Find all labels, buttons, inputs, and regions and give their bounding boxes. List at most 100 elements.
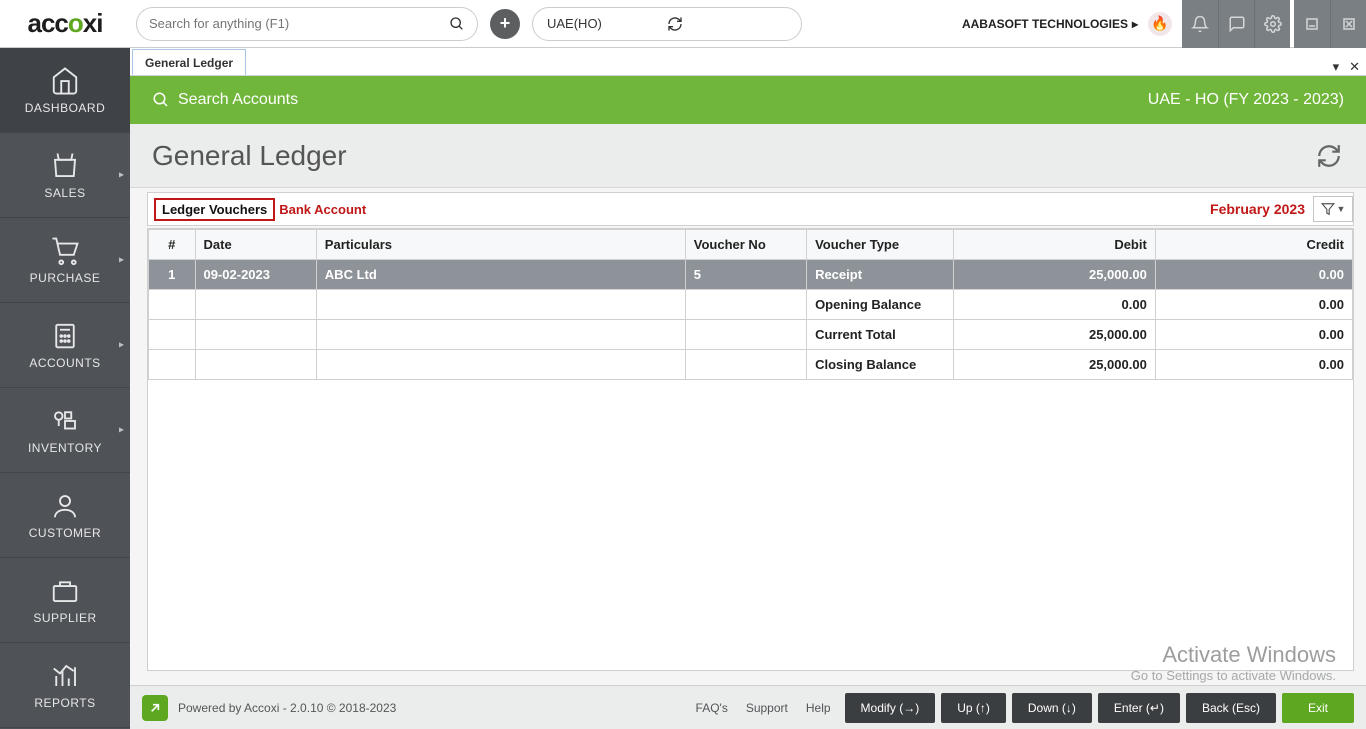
chart-icon [49, 660, 81, 692]
chevron-down-icon: ▼ [1337, 204, 1346, 214]
back-button[interactable]: Back (Esc) [1186, 693, 1276, 723]
nav-accounts[interactable]: ACCOUNTS ▸ [0, 303, 130, 388]
summary-debit: 25,000.00 [953, 350, 1155, 380]
col-particulars[interactable]: Particulars [316, 230, 685, 260]
refresh-icon [1316, 143, 1342, 169]
nav-label: INVENTORY [28, 441, 102, 455]
tab-general-ledger[interactable]: General Ledger [132, 49, 246, 75]
green-bar: Search Accounts UAE - HO (FY 2023 - 2023… [130, 76, 1366, 124]
nav-customer[interactable]: CUSTOMER [0, 473, 130, 558]
col-date[interactable]: Date [195, 230, 316, 260]
fire-icon: 🔥 [1151, 15, 1168, 32]
nav-supplier[interactable]: SUPPLIER [0, 558, 130, 643]
search-input[interactable] [149, 16, 449, 31]
chevron-right-icon: ▸ [119, 170, 124, 181]
nav-label: PURCHASE [30, 271, 101, 285]
gear-icon[interactable] [1254, 0, 1290, 48]
summary-row: Closing Balance 25,000.00 0.00 [149, 350, 1353, 380]
enter-button[interactable]: Enter (↵) [1098, 693, 1180, 723]
summary-row: Current Total 25,000.00 0.00 [149, 320, 1353, 350]
nav-purchase[interactable]: PURCHASE ▸ [0, 218, 130, 303]
inventory-icon [49, 405, 81, 437]
modify-button[interactable]: Modify (→) [845, 693, 936, 723]
nav-reports[interactable]: REPORTS [0, 643, 130, 728]
company-name: AABASOFT TECHNOLOGIES [962, 17, 1128, 31]
topbar: accoxi + UAE(HO) AABASOFT TECHNOLOGIES ▸… [0, 0, 1366, 48]
notification-badge[interactable]: 🔥 [1148, 12, 1172, 36]
col-voucher-type[interactable]: Voucher Type [807, 230, 954, 260]
tab-label: General Ledger [145, 56, 233, 70]
down-button[interactable]: Down (↓) [1012, 693, 1092, 723]
summary-credit: 0.00 [1155, 320, 1352, 350]
summary-credit: 0.00 [1155, 350, 1352, 380]
briefcase-icon [49, 575, 81, 607]
branch-selector[interactable]: UAE(HO) [532, 7, 802, 41]
user-icon [49, 490, 81, 522]
month-label: February 2023 [1210, 201, 1305, 217]
fy-label: UAE - HO (FY 2023 - 2023) [1148, 91, 1344, 109]
nav-dashboard[interactable]: DASHBOARD [0, 48, 130, 133]
cell-particulars: ABC Ltd [316, 260, 685, 290]
nav-sales[interactable]: SALES ▸ [0, 133, 130, 218]
nav-inventory[interactable]: INVENTORY ▸ [0, 388, 130, 473]
sync-icon [667, 16, 787, 32]
bell-icon[interactable] [1182, 0, 1218, 48]
link-faq[interactable]: FAQ's [696, 701, 728, 715]
logo-post: xi [83, 8, 103, 39]
chat-icon[interactable] [1218, 0, 1254, 48]
col-index[interactable]: # [149, 230, 196, 260]
tab-close-icon[interactable]: ✕ [1349, 59, 1360, 75]
system-icons [1182, 0, 1290, 47]
company-menu[interactable]: AABASOFT TECHNOLOGIES ▸ [962, 17, 1138, 31]
grid: # Date Particulars Voucher No Voucher Ty… [148, 229, 1353, 380]
bag-icon [49, 150, 81, 182]
topbar-right: AABASOFT TECHNOLOGIES ▸ 🔥 [962, 0, 1366, 47]
search-accounts-label: Search Accounts [178, 91, 298, 109]
link-help[interactable]: Help [806, 701, 831, 715]
filter-row: Ledger Vouchers Bank Account February 20… [147, 192, 1354, 226]
ledger-table: # Date Particulars Voucher No Voucher Ty… [147, 228, 1354, 671]
home-icon [49, 65, 81, 97]
global-search[interactable] [136, 7, 478, 41]
footer: Powered by Accoxi - 2.0.10 © 2018-2023 F… [130, 685, 1366, 729]
tabs-row: General Ledger ▾ ✕ [130, 48, 1366, 76]
up-button[interactable]: Up (↑) [941, 693, 1006, 723]
account-label: Bank Account [279, 202, 366, 217]
logo-o: o [68, 8, 83, 39]
col-credit[interactable]: Credit [1155, 230, 1352, 260]
refresh-button[interactable] [1314, 141, 1344, 171]
cell-voucher-no: 5 [685, 260, 806, 290]
page-title: General Ledger [152, 140, 347, 172]
sidebar: DASHBOARD SALES ▸ PURCHASE ▸ ACCOUNTS ▸ … [0, 48, 130, 729]
summary-label: Current Total [807, 320, 954, 350]
summary-credit: 0.00 [1155, 290, 1352, 320]
summary-label: Closing Balance [807, 350, 954, 380]
exit-button[interactable]: Exit [1282, 693, 1354, 723]
col-voucher-no[interactable]: Voucher No [685, 230, 806, 260]
cell-debit: 25,000.00 [953, 260, 1155, 290]
cell-credit: 0.00 [1155, 260, 1352, 290]
chevron-right-icon: ▸ [1132, 17, 1138, 31]
filter-button[interactable]: ▼ [1313, 196, 1353, 222]
nav-label: ACCOUNTS [29, 356, 100, 370]
nav-label: SALES [44, 186, 85, 200]
window-controls [1294, 0, 1366, 47]
tab-menu-icon[interactable]: ▾ [1333, 59, 1340, 75]
branch-label: UAE(HO) [547, 16, 667, 31]
col-debit[interactable]: Debit [953, 230, 1155, 260]
summary-debit: 0.00 [953, 290, 1155, 320]
footer-logo-icon [142, 695, 168, 721]
cell-date: 09-02-2023 [195, 260, 316, 290]
search-accounts[interactable]: Search Accounts [152, 91, 298, 109]
chevron-right-icon: ▸ [119, 425, 124, 436]
cell-voucher-type: Receipt [807, 260, 954, 290]
footer-text: Powered by Accoxi - 2.0.10 © 2018-2023 [178, 701, 396, 715]
link-support[interactable]: Support [746, 701, 788, 715]
summary-debit: 25,000.00 [953, 320, 1155, 350]
logo: accoxi [0, 8, 130, 39]
minimize-button[interactable] [1294, 0, 1330, 48]
add-button[interactable]: + [490, 9, 520, 39]
close-button[interactable] [1330, 0, 1366, 48]
table-row[interactable]: 1 09-02-2023 ABC Ltd 5 Receipt 25,000.00… [149, 260, 1353, 290]
nav-label: DASHBOARD [25, 101, 106, 115]
